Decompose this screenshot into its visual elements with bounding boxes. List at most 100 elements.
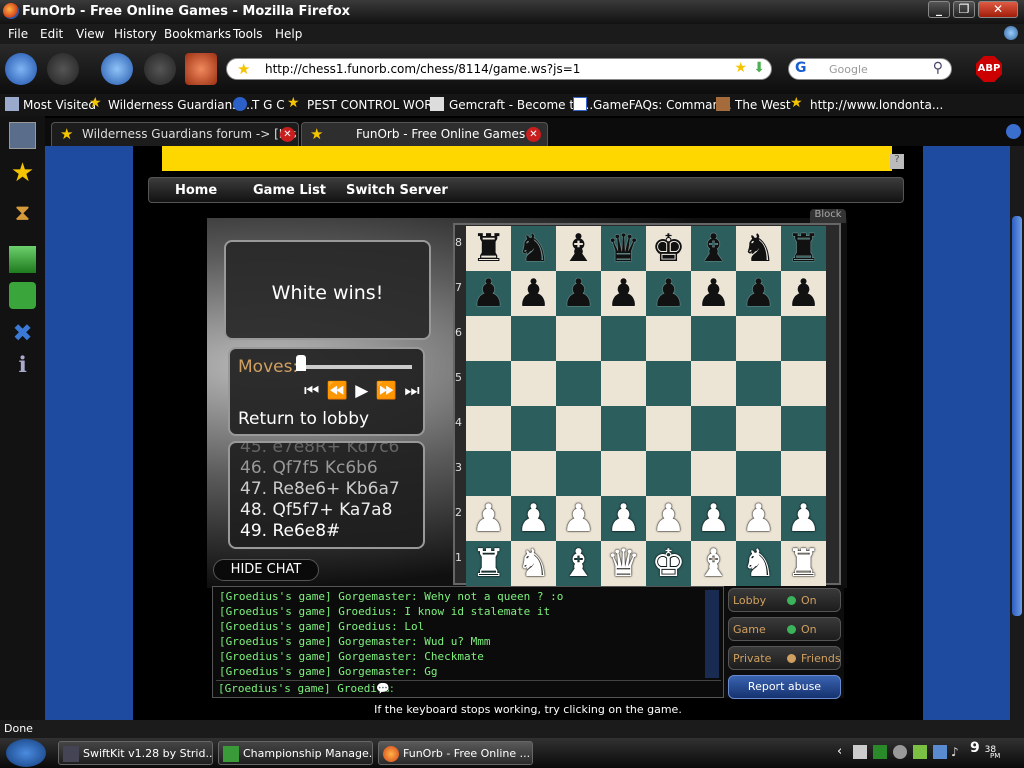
go-arrow-icon[interactable]: ⬇ [753,60,765,76]
downloads-icon[interactable] [9,246,36,273]
board-square[interactable] [691,361,736,406]
bookmark-gamefaqs[interactable]: GameFAQs: Comman... [593,98,732,112]
tab-close-icon[interactable]: ✕ [280,127,295,142]
bookmark-the-west[interactable]: The West [735,98,791,112]
search-placeholder[interactable]: Google [829,63,868,76]
bookmark-gemcraft[interactable]: Gemcraft - Become th... [449,98,593,112]
white-pawn-piece[interactable]: ♟ [556,496,601,541]
white-pawn-piece[interactable]: ♟ [781,496,826,541]
white-knight-piece[interactable]: ♞ [511,541,556,586]
game-chat-toggle[interactable]: Game On [728,617,841,641]
board-square[interactable] [781,406,826,451]
info-icon[interactable]: ℹ [9,352,36,379]
tray-app-icon[interactable] [913,745,927,759]
white-rook-piece[interactable]: ♜ [466,541,511,586]
tray-expand-icon[interactable]: ‹ [837,744,842,759]
board-square[interactable] [556,406,601,451]
black-queen-piece[interactable]: ♛ [601,226,646,271]
bookmark-tgc[interactable]: T G C [252,98,285,112]
moves-slider[interactable] [300,365,412,369]
window-titlebar[interactable]: FunOrb - Free Online Games - Mozilla Fir… [0,0,1024,24]
white-pawn-piece[interactable]: ♟ [466,496,511,541]
board-square[interactable] [601,451,646,496]
board-square[interactable] [601,361,646,406]
white-rook-piece[interactable]: ♜ [781,541,826,586]
url-text[interactable]: http://chess1.funorb.com/chess/8114/game… [265,62,580,76]
addons-puzzle-icon[interactable] [9,282,36,309]
board-square[interactable] [646,451,691,496]
search-icon[interactable]: ⚲ [933,60,943,76]
playback-controls[interactable]: ⏮ ⏪ ▶ ⏩ ⏭ [304,381,421,401]
screenshot-icon[interactable] [9,122,36,149]
lobby-chat-toggle[interactable]: Lobby On [728,588,841,612]
board-square[interactable] [466,406,511,451]
board-square[interactable] [556,361,601,406]
ad-banner[interactable] [162,146,892,171]
black-rook-piece[interactable]: ♜ [466,226,511,271]
black-pawn-piece[interactable]: ♟ [691,271,736,316]
chat-scrollbar[interactable] [705,590,719,678]
task-swiftkit[interactable]: SwiftKit v1.28 by Strid... [58,741,213,765]
board-square[interactable] [736,361,781,406]
black-pawn-piece[interactable]: ♟ [466,271,511,316]
tray-app-icon[interactable] [893,745,907,759]
minimize-button[interactable]: _ [928,1,950,18]
black-knight-piece[interactable]: ♞ [736,226,781,271]
board-square[interactable] [646,361,691,406]
board-square[interactable] [601,316,646,361]
white-knight-piece[interactable]: ♞ [736,541,781,586]
nav-switch-server[interactable]: Switch Server [346,183,448,198]
white-pawn-piece[interactable]: ♟ [691,496,736,541]
black-pawn-piece[interactable]: ♟ [601,271,646,316]
nav-game-list[interactable]: Game List [253,183,326,198]
black-pawn-piece[interactable]: ♟ [511,271,556,316]
board-square[interactable] [511,316,556,361]
black-pawn-piece[interactable]: ♟ [781,271,826,316]
maximize-button[interactable]: ❐ [953,1,975,18]
home-icon[interactable] [185,53,217,85]
history-hourglass-icon[interactable]: ⧗ [9,200,36,227]
return-to-lobby-button[interactable]: Return to lobby [238,409,369,429]
menu-edit[interactable]: Edit [40,27,63,41]
tab-close-icon[interactable]: ✕ [526,127,541,142]
black-king-piece[interactable]: ♚ [646,226,691,271]
white-pawn-piece[interactable]: ♟ [646,496,691,541]
bookmark-wilderness[interactable]: Wilderness Guardians ... [108,98,254,112]
bookmark-most-visited[interactable]: Most Visited [23,98,96,112]
white-queen-piece[interactable]: ♛ [601,541,646,586]
settings-icon[interactable]: ✖ [9,320,36,347]
board-square[interactable] [736,316,781,361]
board-square[interactable] [556,451,601,496]
board-square[interactable] [601,406,646,451]
tab-wilderness-forum[interactable]: ★ Wilderness Guardians forum -> [It's O.… [51,122,321,146]
back-icon[interactable] [5,53,37,85]
white-king-piece[interactable]: ♚ [646,541,691,586]
board-square[interactable] [466,361,511,406]
menu-view[interactable]: View [76,27,104,41]
tab-list-icon[interactable] [1006,124,1021,139]
stop-icon[interactable] [144,53,176,85]
board-square[interactable] [646,316,691,361]
board-square[interactable] [781,361,826,406]
tray-app-icon[interactable] [853,745,867,759]
board-square[interactable] [466,316,511,361]
network-icon[interactable] [933,745,947,759]
board-square[interactable] [511,451,556,496]
board-square[interactable] [736,406,781,451]
volume-icon[interactable]: ♪ [951,745,965,759]
close-button[interactable]: ✕ [978,1,1018,18]
private-chat-toggle[interactable]: Private Friends [728,646,841,670]
chess-board[interactable]: ♜ ♞ ♝ ♛ ♚ ♝ ♞ ♜ ♟ ♟ ♟ ♟ ♟ ♟ ♟ ♟ ♟ ♟ ♟ ♟ ♟ ♟ ♟ ♟ ♜ ♞ ♝ ♛ ♚ ♝ ♞ ♜ [466,226,828,586]
menu-bookmarks[interactable]: Bookmarks [164,27,231,41]
white-bishop-piece[interactable]: ♝ [556,541,601,586]
black-pawn-piece[interactable]: ♟ [736,271,781,316]
chat-input[interactable]: [Groedius's game] Groedius 💬 : [216,680,721,696]
report-abuse-button[interactable]: Report abuse [728,675,841,699]
search-engine-icon[interactable]: G [795,60,807,76]
start-button-icon[interactable] [6,739,46,767]
search-bar[interactable]: G Google ⚲ [788,58,952,80]
menu-tools[interactable]: Tools [233,27,263,41]
scrollbar-thumb[interactable] [1012,216,1022,616]
moves-slider-knob[interactable] [296,355,306,371]
board-square[interactable] [781,316,826,361]
